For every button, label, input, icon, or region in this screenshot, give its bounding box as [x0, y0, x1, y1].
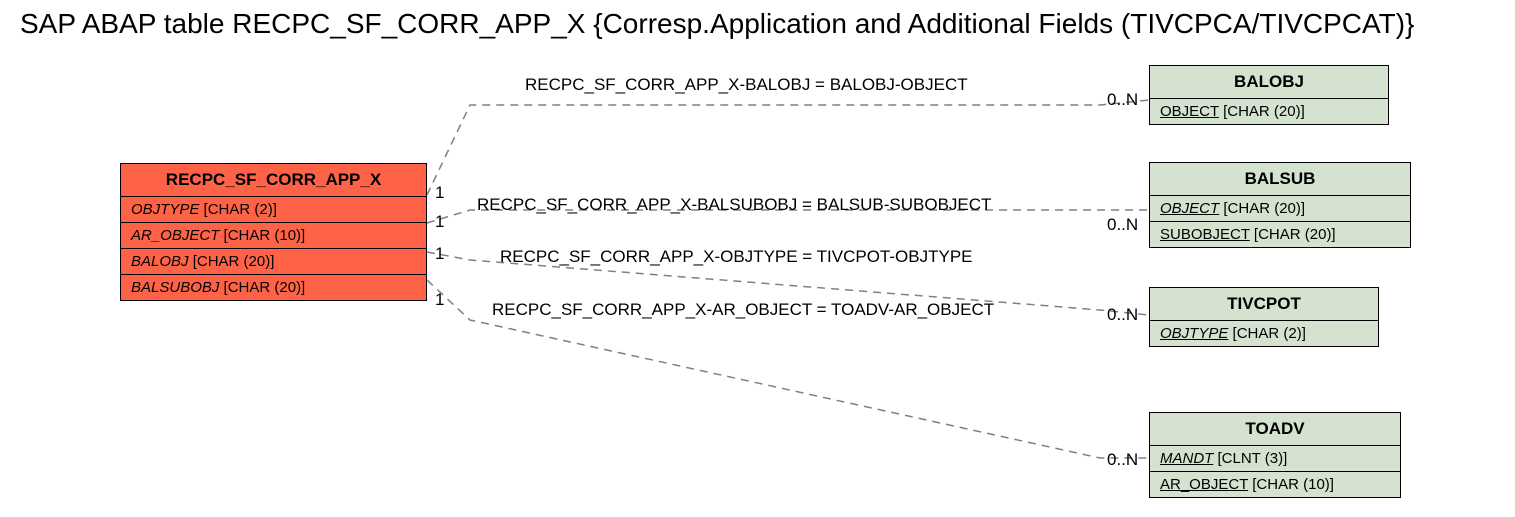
- entity-tivcpot-header: TIVCPOT: [1150, 288, 1378, 321]
- entity-balsub-header: BALSUB: [1150, 163, 1410, 196]
- entity-main: RECPC_SF_CORR_APP_X OBJTYPE [CHAR (2)] A…: [120, 163, 427, 301]
- cardinality-left: 1: [435, 183, 444, 203]
- entity-main-field: AR_OBJECT [CHAR (10)]: [121, 223, 426, 249]
- relation-label: RECPC_SF_CORR_APP_X-BALSUBOBJ = BALSUB-S…: [477, 195, 991, 215]
- entity-toadv-header: TOADV: [1150, 413, 1400, 446]
- relation-label: RECPC_SF_CORR_APP_X-OBJTYPE = TIVCPOT-OB…: [500, 247, 973, 267]
- cardinality-right: 0..N: [1107, 450, 1138, 470]
- entity-balobj-field: OBJECT [CHAR (20)]: [1150, 99, 1388, 124]
- entity-main-field: BALOBJ [CHAR (20)]: [121, 249, 426, 275]
- entity-toadv: TOADV MANDT [CLNT (3)] AR_OBJECT [CHAR (…: [1149, 412, 1401, 498]
- cardinality-left: 1: [435, 212, 444, 232]
- entity-balobj: BALOBJ OBJECT [CHAR (20)]: [1149, 65, 1389, 125]
- cardinality-left: 1: [435, 244, 444, 264]
- entity-balsub-field: SUBOBJECT [CHAR (20)]: [1150, 222, 1410, 247]
- entity-main-field: OBJTYPE [CHAR (2)]: [121, 197, 426, 223]
- relation-label: RECPC_SF_CORR_APP_X-BALOBJ = BALOBJ-OBJE…: [525, 75, 968, 95]
- entity-main-field: BALSUBOBJ [CHAR (20)]: [121, 275, 426, 300]
- cardinality-right: 0..N: [1107, 90, 1138, 110]
- entity-balsub-field: OBJECT [CHAR (20)]: [1150, 196, 1410, 222]
- cardinality-right: 0..N: [1107, 305, 1138, 325]
- diagram-canvas: SAP ABAP table RECPC_SF_CORR_APP_X {Corr…: [0, 0, 1515, 517]
- diagram-title: SAP ABAP table RECPC_SF_CORR_APP_X {Corr…: [20, 8, 1495, 40]
- entity-tivcpot: TIVCPOT OBJTYPE [CHAR (2)]: [1149, 287, 1379, 347]
- cardinality-right: 0..N: [1107, 215, 1138, 235]
- entity-tivcpot-field: OBJTYPE [CHAR (2)]: [1150, 321, 1378, 346]
- relation-label: RECPC_SF_CORR_APP_X-AR_OBJECT = TOADV-AR…: [492, 300, 994, 320]
- entity-balsub: BALSUB OBJECT [CHAR (20)] SUBOBJECT [CHA…: [1149, 162, 1411, 248]
- entity-toadv-field: MANDT [CLNT (3)]: [1150, 446, 1400, 472]
- entity-balobj-header: BALOBJ: [1150, 66, 1388, 99]
- entity-main-header: RECPC_SF_CORR_APP_X: [121, 164, 426, 197]
- entity-toadv-field: AR_OBJECT [CHAR (10)]: [1150, 472, 1400, 497]
- cardinality-left: 1: [435, 290, 444, 310]
